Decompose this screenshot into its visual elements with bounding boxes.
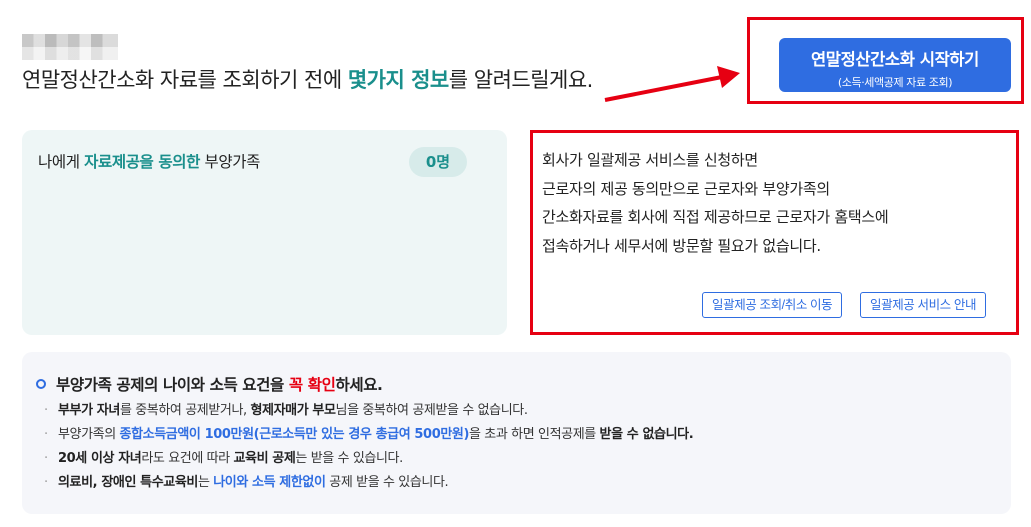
notice-title-row: 부양가족 공제의 나이와 소득 요건을 꼭 확인하세요. <box>36 373 383 395</box>
bulk-lookup-cancel-button[interactable]: 일괄제공 조회/취소 이동 <box>702 292 843 318</box>
masked-user-name <box>22 34 118 60</box>
start-simplified-service-button[interactable]: 연말정산간소화 시작하기 (소득·세액공제 자료 조회) <box>779 38 1011 92</box>
dependents-label: 나에게 자료제공을 동의한 부양가족 <box>38 153 260 171</box>
page-headline: 연말정산간소화 자료를 조회하기 전에 몇가지 정보를 알려드릴게요. <box>22 68 593 92</box>
bulk-service-info: 회사가 일괄제공 서비스를 신청하면 근로자의 제공 동의만으로 근로자와 부양… <box>542 146 1012 260</box>
notice-list: 부부가 자녀를 중복하여 공제받거나, 형제자매가 부모님을 중복하여 공제받을… <box>44 399 694 495</box>
info-line: 근로자의 제공 동의만으로 근로자와 부양가족의 <box>542 179 830 198</box>
list-item: 부부가 자녀를 중복하여 공제받거나, 형제자매가 부모님을 중복하여 공제받을… <box>44 399 693 423</box>
dependents-count-badge: 0명 <box>409 147 467 177</box>
list-item: 의료비, 장애인 특수교육비는 나이와 소득 제한없이 공제 받을 수 있습니다… <box>44 471 693 495</box>
headline-highlight: 몇가지 정보 <box>347 68 449 92</box>
info-line: 간소화자료를 회사에 직접 제공하므로 근로자가 홈택스에 <box>542 208 889 226</box>
notice-card: 부양가족 공제의 나이와 소득 요건을 꼭 확인하세요. 부부가 자녀를 중복하… <box>22 352 1011 514</box>
list-item: 부양가족의 종합소득금액이 100만원(근로소득만 있는 경우 총급여 500만… <box>44 423 694 447</box>
start-button-sublabel: (소득·세액공제 자료 조회) <box>837 76 953 89</box>
start-button-label: 연말정산간소화 시작하기 <box>811 50 979 69</box>
notice-title: 부양가족 공제의 나이와 소득 요건을 꼭 확인하세요. <box>56 376 383 394</box>
info-line: 회사가 일괄제공 서비스를 신청하면 <box>542 151 758 169</box>
info-line: 접속하거나 세무서에 방문할 필요가 없습니다. <box>542 236 821 255</box>
bulk-service-guide-button[interactable]: 일괄제공 서비스 안내 <box>860 292 987 318</box>
circle-bullet-icon <box>36 379 46 389</box>
list-item: 20세 이상 자녀라도 요건에 따라 교육비 공제는 받을 수 있습니다. <box>44 447 693 471</box>
